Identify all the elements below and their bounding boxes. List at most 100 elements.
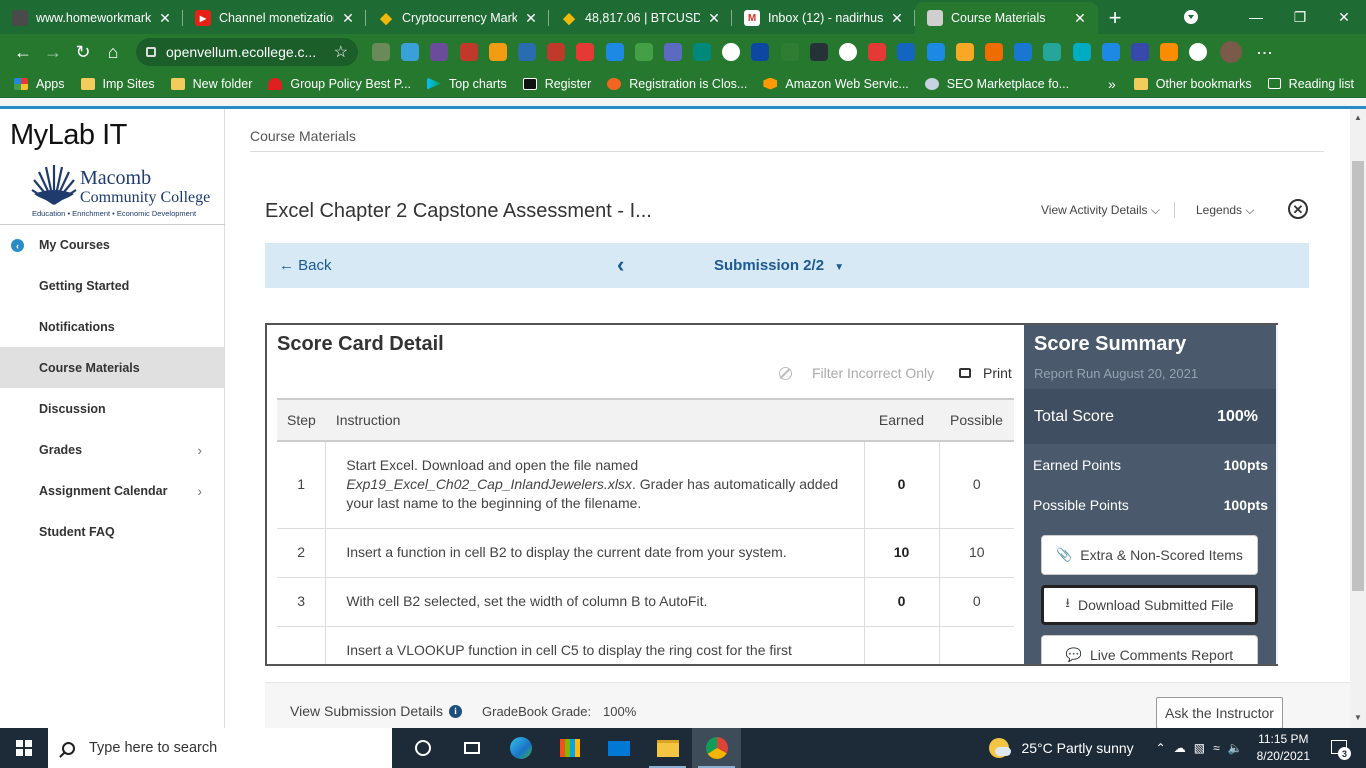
extension-icon[interactable] xyxy=(809,43,828,61)
taskbar-edge[interactable] xyxy=(496,728,545,768)
minimize-button[interactable]: — xyxy=(1234,0,1278,34)
sidebar-item-grades[interactable]: Grades › xyxy=(0,429,224,470)
browser-menu-button[interactable]: ⋮ xyxy=(1254,45,1273,60)
extension-icon[interactable] xyxy=(430,43,449,61)
extension-icon[interactable] xyxy=(868,43,887,61)
extension-icon[interactable] xyxy=(459,43,478,61)
extension-icon[interactable] xyxy=(372,43,390,61)
extension-icon[interactable] xyxy=(488,43,507,61)
bookmark-item[interactable]: Registration is Clos... xyxy=(607,77,747,91)
profile-avatar[interactable] xyxy=(1220,41,1243,63)
taskbar-file-explorer[interactable] xyxy=(643,728,692,768)
address-bar[interactable]: openvellum.ecollege.c... ☆ xyxy=(136,38,358,66)
start-button[interactable] xyxy=(0,728,48,768)
tab-close-icon[interactable]: ✕ xyxy=(157,10,173,27)
view-activity-details-button[interactable]: View Activity Details ⌵ xyxy=(1041,203,1160,218)
reload-button[interactable]: ↻ xyxy=(68,37,98,67)
notification-center-button[interactable]: 3 xyxy=(1328,736,1352,760)
info-icon[interactable]: i xyxy=(449,704,463,718)
weather-widget[interactable]: 25°C Partly sunny xyxy=(989,738,1134,758)
page-scrollbar-thumb[interactable] xyxy=(1352,161,1364,591)
browser-tab[interactable]: www.homeworkmarke ✕ xyxy=(0,2,183,34)
bookmark-item[interactable]: Group Policy Best P... xyxy=(268,77,411,91)
sidebar-item-course-materials[interactable]: Course Materials xyxy=(0,347,224,388)
cloud-icon[interactable]: ☁ xyxy=(1174,741,1186,755)
previous-submission-button[interactable]: ‹ xyxy=(617,252,624,278)
taskbar-mail[interactable] xyxy=(594,728,643,768)
other-bookmarks[interactable]: Other bookmarks xyxy=(1133,77,1252,91)
maximize-button[interactable]: ❐ xyxy=(1278,0,1322,34)
close-window-button[interactable]: ✕ xyxy=(1322,0,1366,34)
taskbar-store[interactable] xyxy=(545,728,594,768)
print-button[interactable]: Print xyxy=(959,365,1012,381)
input-method-icon[interactable]: ▧ xyxy=(1194,741,1205,755)
bookmarks-overflow-button[interactable]: » xyxy=(1108,76,1116,92)
extension-icon[interactable] xyxy=(926,43,945,61)
bookmark-item[interactable]: Top charts xyxy=(427,77,507,91)
forward-nav-button[interactable]: → xyxy=(38,37,68,67)
ask-instructor-button[interactable]: Ask the Instructor xyxy=(1156,697,1283,729)
extension-icon[interactable] xyxy=(1130,43,1149,61)
browser-tab[interactable]: ◆ 48,817.06 | BTCUSDT ✕ xyxy=(549,2,732,34)
submission-selector[interactable]: Submission 2/2 ▼ xyxy=(714,257,844,274)
sidebar-item-my-courses[interactable]: ‹ My Courses xyxy=(0,225,224,265)
extension-icon[interactable] xyxy=(751,43,770,61)
extension-icon[interactable] xyxy=(401,43,420,61)
bookmark-item[interactable]: SEO Marketplace fo... xyxy=(924,77,1069,91)
score-card-scrollbar[interactable]: ▲ ▼ xyxy=(1276,325,1278,664)
sidebar-item-discussion[interactable]: Discussion xyxy=(0,388,224,429)
extension-icon[interactable] xyxy=(634,43,653,61)
tab-close-icon[interactable]: ✕ xyxy=(1072,10,1088,27)
extension-icon[interactable] xyxy=(576,43,595,61)
taskbar-clock[interactable]: 11:15 PM 8/20/2021 xyxy=(1257,731,1310,765)
bookmark-item[interactable]: Register xyxy=(522,77,591,91)
bookmark-item[interactable]: Amazon Web Servic... xyxy=(763,77,909,91)
browser-tab[interactable]: ◆ Cryptocurrency Marke ✕ xyxy=(366,2,549,34)
extension-icon[interactable] xyxy=(693,43,712,61)
sidebar-item-getting-started[interactable]: Getting Started xyxy=(0,265,224,306)
breadcrumb[interactable]: Course Materials xyxy=(250,128,356,144)
wifi-icon[interactable]: ≈ xyxy=(1213,741,1220,755)
browser-tab[interactable]: Course Materials ✕ xyxy=(915,2,1098,34)
extension-icon[interactable] xyxy=(517,43,536,61)
tab-close-icon[interactable]: ✕ xyxy=(523,10,539,27)
page-scrollbar[interactable]: ▲ ▼ xyxy=(1350,109,1366,728)
extension-icon[interactable] xyxy=(1189,43,1208,61)
tab-close-icon[interactable]: ✕ xyxy=(340,10,356,27)
extension-icon[interactable] xyxy=(547,43,566,61)
taskbar-chrome[interactable] xyxy=(692,728,741,768)
back-nav-button[interactable]: ← xyxy=(8,37,38,67)
sidebar-item-notifications[interactable]: Notifications xyxy=(0,306,224,347)
home-button[interactable]: ⌂ xyxy=(98,37,128,67)
back-button[interactable]: ← Back xyxy=(279,257,332,274)
extension-icon[interactable] xyxy=(839,43,857,61)
bookmark-item[interactable]: Apps xyxy=(14,77,65,91)
sidebar-item-assignment-calendar[interactable]: Assignment Calendar › xyxy=(0,470,224,511)
sidebar-item-student-faq[interactable]: Student FAQ xyxy=(0,511,224,552)
extension-icon[interactable] xyxy=(1072,43,1091,61)
new-tab-button[interactable]: + xyxy=(1098,2,1132,34)
reading-list[interactable]: Reading list xyxy=(1267,77,1354,91)
extension-icon[interactable] xyxy=(722,43,741,61)
volume-icon[interactable]: 🔈 xyxy=(1228,741,1243,755)
page-scroll-up-icon[interactable]: ▲ xyxy=(1354,113,1362,122)
extension-icon[interactable] xyxy=(984,43,1003,61)
tab-close-icon[interactable]: ✕ xyxy=(706,10,722,27)
download-submitted-file-button[interactable]: ⭳ Download Submitted File xyxy=(1041,585,1258,625)
view-submission-details[interactable]: View Submission Details i xyxy=(290,703,463,719)
live-comments-report-button[interactable]: 💬 Live Comments Report xyxy=(1041,635,1258,664)
chevron-up-icon[interactable]: ⌃ xyxy=(1156,741,1166,755)
extra-non-scored-button[interactable]: 📎 Extra & Non-Scored Items xyxy=(1041,535,1258,575)
extension-icon[interactable] xyxy=(663,43,682,61)
extension-icon[interactable] xyxy=(1101,43,1120,61)
extension-icon[interactable] xyxy=(780,43,799,61)
extension-icon[interactable] xyxy=(897,43,916,61)
tab-search-button[interactable] xyxy=(1174,0,1208,34)
legends-button[interactable]: Legends ⌵ xyxy=(1196,203,1255,218)
extension-icon[interactable] xyxy=(605,43,624,61)
extension-icon[interactable] xyxy=(955,43,974,61)
close-activity-button[interactable]: ✕ xyxy=(1288,199,1308,219)
extension-icon[interactable] xyxy=(1160,43,1179,61)
cortana-button[interactable] xyxy=(398,728,447,768)
tab-close-icon[interactable]: ✕ xyxy=(889,10,905,27)
